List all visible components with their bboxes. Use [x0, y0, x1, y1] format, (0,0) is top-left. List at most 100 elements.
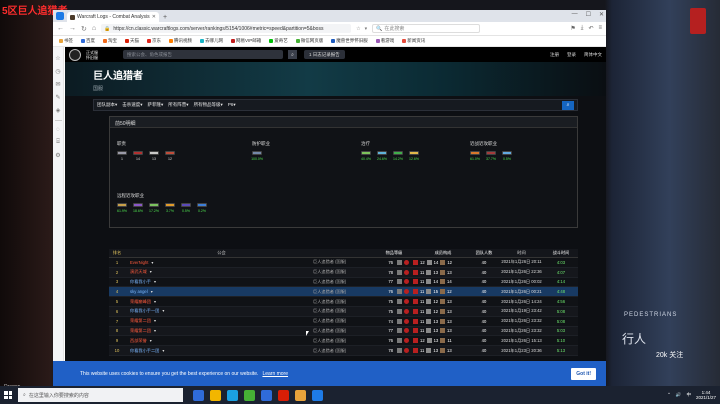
- report-link-icon[interactable]: [397, 259, 402, 265]
- tab-close-icon[interactable]: ✕: [152, 14, 156, 20]
- windows-start-icon[interactable]: [2, 389, 14, 401]
- filter-dropdown[interactable]: 所有阵营▾: [168, 102, 188, 108]
- guild-dropdown-icon[interactable]: ▾: [150, 269, 152, 275]
- col-ilvl[interactable]: 物品等级: [375, 250, 413, 256]
- table-row[interactable]: 8 荣耀第二团 ▾ 巨人追猎者 (国服) 77 11 13 13 40 2021年1月26日 23…: [109, 326, 578, 337]
- table-row[interactable]: 1 EverNight ▾ 巨人追猎者 (国服) 76 12 14 12 40 2021年1月26…: [109, 258, 578, 268]
- guild-name-link[interactable]: 你看我小手: [130, 279, 151, 285]
- guild-cell[interactable]: 你看我小手一团 ▾: [125, 308, 313, 314]
- guild-cell[interactable]: 荣耀第二团 ▾: [125, 328, 313, 334]
- guild-dropdown-icon[interactable]: ▾: [162, 308, 164, 314]
- guild-name-link[interactable]: 你看我小手二团: [130, 348, 159, 354]
- guild-dropdown-icon[interactable]: ▾: [151, 260, 153, 265]
- spec-icon[interactable]: 12.6%: [409, 151, 419, 161]
- replay-icon[interactable]: [404, 299, 409, 305]
- home-icon[interactable]: ⌂: [92, 25, 96, 32]
- spec-icon[interactable]: 0.2%: [197, 203, 207, 213]
- report-link-icon[interactable]: [397, 279, 402, 285]
- taskbar-search-input[interactable]: ⌕ 在这里输入你要搜索的内容: [18, 388, 183, 402]
- filter-dropdown[interactable]: 团队副本▾: [97, 102, 117, 108]
- sidebar-star-icon[interactable]: ☆: [55, 55, 60, 62]
- taskbar-app-icon[interactable]: [261, 389, 272, 401]
- spec-icon[interactable]: 61.9%: [117, 203, 127, 213]
- browser-app-icon[interactable]: [56, 12, 64, 20]
- filter-dropdown[interactable]: 所有物品等级▾: [194, 102, 223, 108]
- guild-cell[interactable]: 你看我小手 ▾: [125, 279, 313, 285]
- site-brand[interactable]: 正式服 怀旧服: [86, 50, 114, 60]
- col-rank[interactable]: 排名: [109, 250, 125, 256]
- taskbar-app-icon[interactable]: [312, 389, 323, 401]
- bookmark-item[interactable]: 网易VIP邮箱: [231, 38, 261, 44]
- forward-icon[interactable]: →: [69, 25, 76, 32]
- guild-cell[interactable]: 荣耀第二团 ▾: [125, 318, 313, 324]
- download-icon[interactable]: ⤓: [581, 25, 584, 32]
- taskbar-app-icon[interactable]: [278, 389, 289, 401]
- browser-search-field[interactable]: 🔍 在此搜索: [372, 24, 481, 33]
- star-icon[interactable]: ☆: [356, 26, 360, 32]
- sidebar-settings-icon[interactable]: ⚙: [55, 152, 60, 159]
- bookmark-item[interactable]: 京东: [147, 38, 161, 44]
- replay-icon[interactable]: [404, 269, 409, 275]
- new-tab-button[interactable]: +: [163, 14, 167, 21]
- guild-dropdown-icon[interactable]: ▾: [154, 299, 156, 305]
- guild-cell[interactable]: 荣耀巅峰团 ▾: [125, 299, 313, 305]
- refresh-icon[interactable]: ↻: [81, 25, 87, 33]
- filter-dropdown[interactable]: 击杀速度▾: [122, 102, 142, 108]
- guild-cell[interactable]: EverNight ▾: [125, 260, 313, 265]
- volume-icon[interactable]: 🔊: [676, 392, 682, 398]
- learn-more-link[interactable]: Learn more: [262, 371, 288, 377]
- spec-icon[interactable]: 13: [149, 151, 159, 161]
- bookmark-item[interactable]: 天猫: [125, 38, 139, 44]
- cookie-accept-button[interactable]: Got it!: [571, 367, 596, 380]
- taskbar-app-icon[interactable]: [210, 389, 221, 401]
- replay-icon[interactable]: [404, 328, 409, 334]
- table-row[interactable]: 10 你看我小手二团 ▾ 巨人追猎者 (国服) 78 11 13 13 40 2021年1月23日…: [109, 346, 578, 356]
- sidebar-cart-icon[interactable]: ⌸: [56, 139, 60, 146]
- guild-dropdown-icon[interactable]: ▾: [150, 338, 152, 344]
- spec-icon[interactable]: 17.2%: [149, 203, 159, 213]
- table-row[interactable]: 2 演武天域 ▾ 巨人追猎者 (国服) 78 11 13 13 40 2021年1月26日 22:…: [109, 267, 578, 278]
- table-row[interactable]: 4 sky angel ▾ 巨人追猎者 (国服) 76 11 15 12 40 2021年1月26…: [109, 287, 578, 298]
- replay-icon[interactable]: [404, 308, 409, 314]
- spec-icon[interactable]: 0.5%: [502, 151, 512, 161]
- report-link-icon[interactable]: [397, 308, 402, 314]
- spec-icon[interactable]: 12: [165, 151, 175, 161]
- report-link-icon[interactable]: [397, 289, 402, 295]
- upload-log-button[interactable]: 1 日志记录报告: [304, 50, 345, 59]
- guild-dropdown-icon[interactable]: ▾: [151, 289, 153, 294]
- spec-icon[interactable]: 37.7%: [486, 151, 496, 161]
- guild-name-link[interactable]: 演武天域: [130, 269, 147, 275]
- tab-warcraftlogs[interactable]: Warcraft Logs - Combat Analysis ✕: [67, 12, 159, 22]
- bookmark-item[interactable]: 去哪儿网: [200, 38, 223, 44]
- maximize-icon[interactable]: ☐: [586, 11, 591, 18]
- undo-icon[interactable]: ↶: [588, 25, 593, 32]
- guild-dropdown-icon[interactable]: ▾: [154, 279, 156, 285]
- guild-name-link[interactable]: 荣耀巅峰团: [130, 299, 151, 305]
- guild-cell[interactable]: 你看我小手二团 ▾: [125, 348, 313, 354]
- guild-name-link[interactable]: sky angel: [130, 289, 148, 294]
- clock[interactable]: 1:44 2021/1/27: [696, 390, 716, 400]
- guild-dropdown-icon[interactable]: ▾: [154, 328, 156, 334]
- login-link[interactable]: 登录: [567, 52, 576, 58]
- bookmark-item[interactable]: 书签: [59, 38, 73, 44]
- filter-dropdown[interactable]: P6▾: [228, 102, 236, 108]
- replay-icon[interactable]: [404, 289, 409, 295]
- taskbar-app-icon[interactable]: [193, 389, 204, 401]
- language-select[interactable]: 简体中文: [584, 52, 602, 58]
- sidebar-history-icon[interactable]: ◷: [55, 68, 60, 75]
- replay-icon[interactable]: [404, 318, 409, 324]
- replay-icon[interactable]: [404, 279, 409, 285]
- register-link[interactable]: 注册: [550, 52, 559, 58]
- bookmark-item[interactable]: 爱奇艺: [269, 38, 288, 44]
- sidebar-note-icon[interactable]: ✎: [55, 94, 60, 101]
- replay-icon[interactable]: [404, 259, 409, 265]
- close-window-icon[interactable]: ✕: [599, 11, 604, 18]
- report-link-icon[interactable]: [397, 269, 402, 275]
- spec-icon[interactable]: 18.6%: [133, 203, 143, 213]
- spec-icon[interactable]: 0.5%: [181, 203, 191, 213]
- extension-icon[interactable]: ⚑: [570, 25, 575, 32]
- minimize-icon[interactable]: —: [572, 11, 578, 18]
- sidebar-game-icon[interactable]: ◈: [56, 107, 61, 114]
- table-row[interactable]: 6 你看我小手一团 ▾ 巨人追猎者 (国服) 75 11 12 13 40 2021年1月19日 …: [109, 306, 578, 317]
- replay-icon[interactable]: [404, 338, 409, 344]
